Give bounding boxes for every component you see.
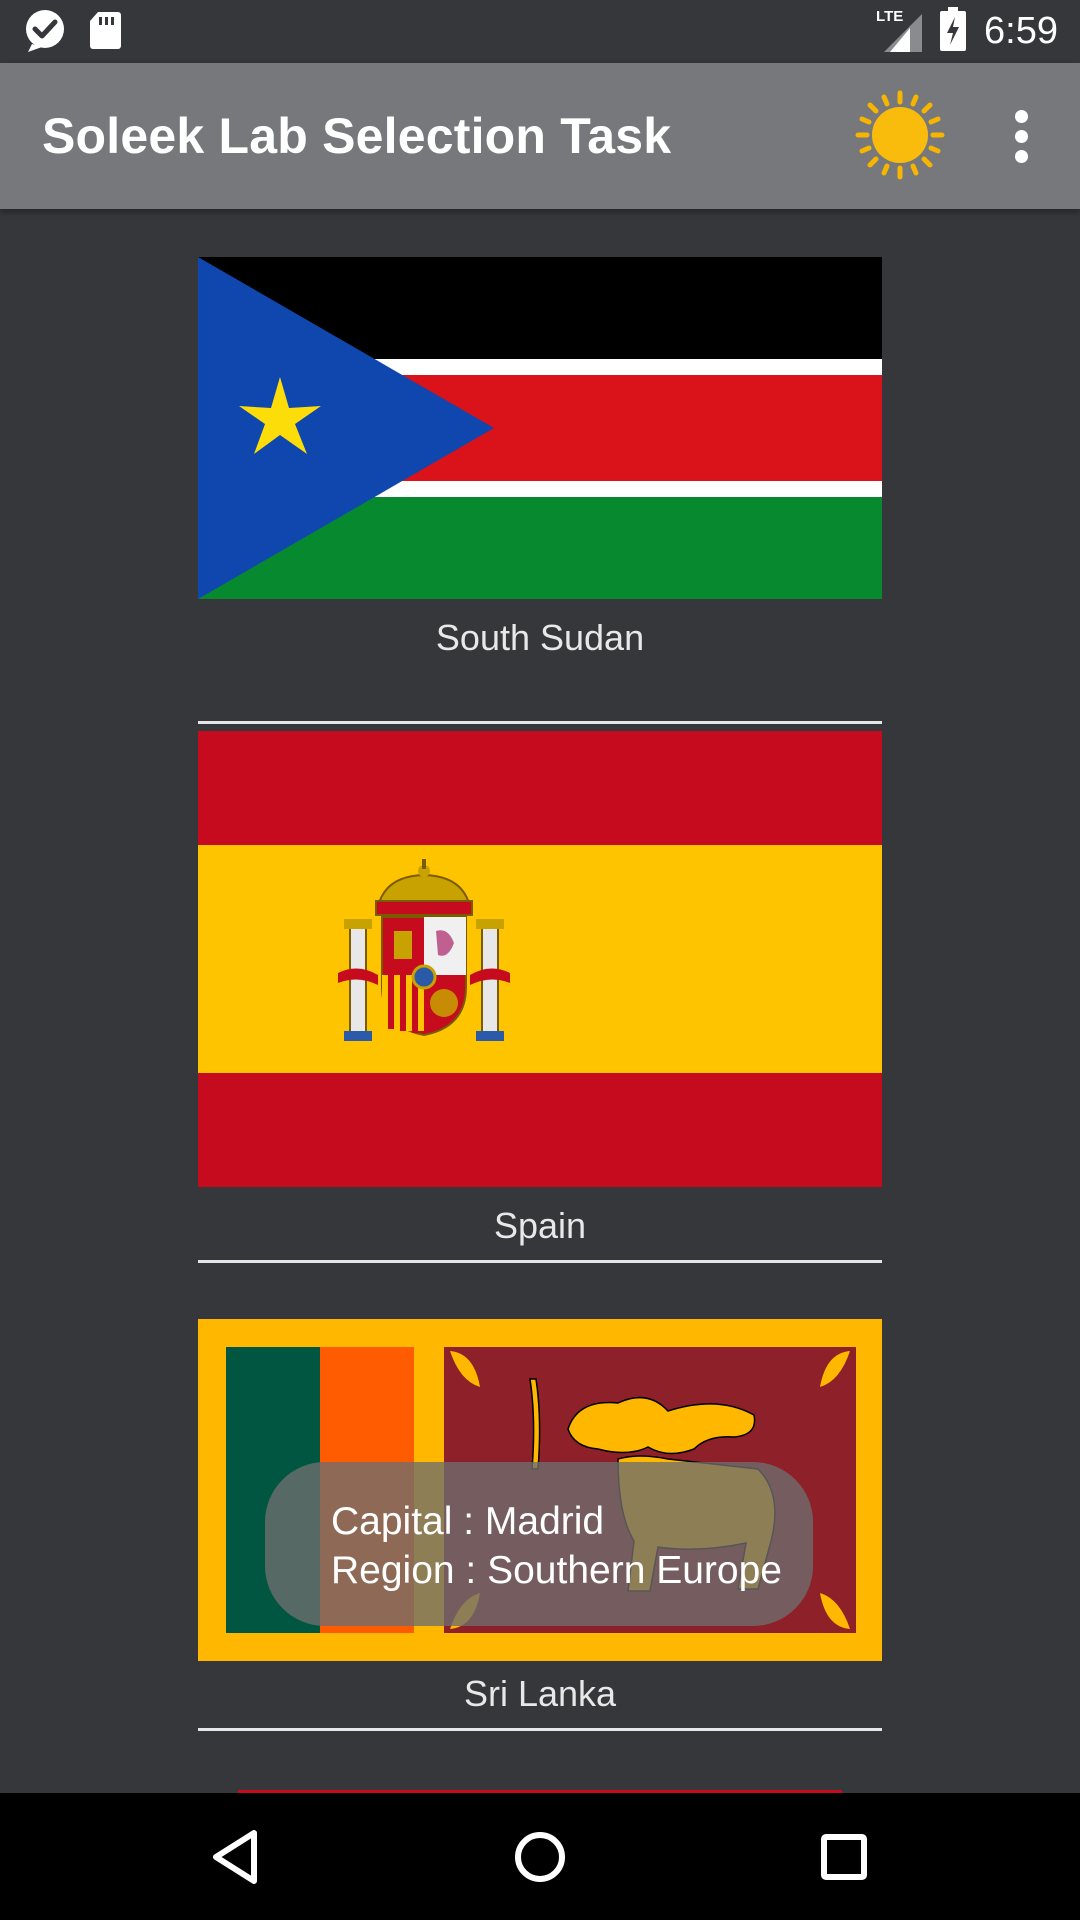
country-name: South Sudan (435, 617, 645, 658)
status-clock: 6:59 (984, 9, 1058, 52)
recents-icon[interactable] (804, 1817, 884, 1897)
toast-region: Region : Southern Europe (331, 1549, 782, 1592)
app-title: Soleek Lab Selection Task (42, 108, 672, 164)
toast-capital: Capital : Madrid (331, 1500, 605, 1543)
home-icon[interactable] (500, 1817, 580, 1897)
sun-icon[interactable] (855, 90, 945, 180)
sd-card-icon (88, 10, 122, 55)
status-bar: LTE 6:59 (0, 0, 1080, 63)
check-notification-icon (24, 8, 66, 57)
navigation-bar (0, 1793, 1080, 1920)
info-toast: Capital : Madrid Region : Southern Europ… (265, 1462, 813, 1626)
lte-signal-icon: LTE (876, 8, 923, 52)
battery-charging-icon (940, 6, 967, 56)
country-name: Sri Lanka (463, 1673, 617, 1714)
name-underline (198, 1260, 882, 1263)
name-underline (198, 721, 882, 724)
back-icon[interactable] (196, 1817, 276, 1897)
overflow-menu-icon[interactable] (1000, 103, 1044, 169)
name-underline (198, 1728, 882, 1731)
south-sudan-flag[interactable] (198, 257, 882, 599)
country-name: Spain (493, 1205, 587, 1246)
app-bar: Soleek Lab Selection Task (0, 63, 1080, 209)
spain-flag[interactable] (198, 731, 882, 1187)
